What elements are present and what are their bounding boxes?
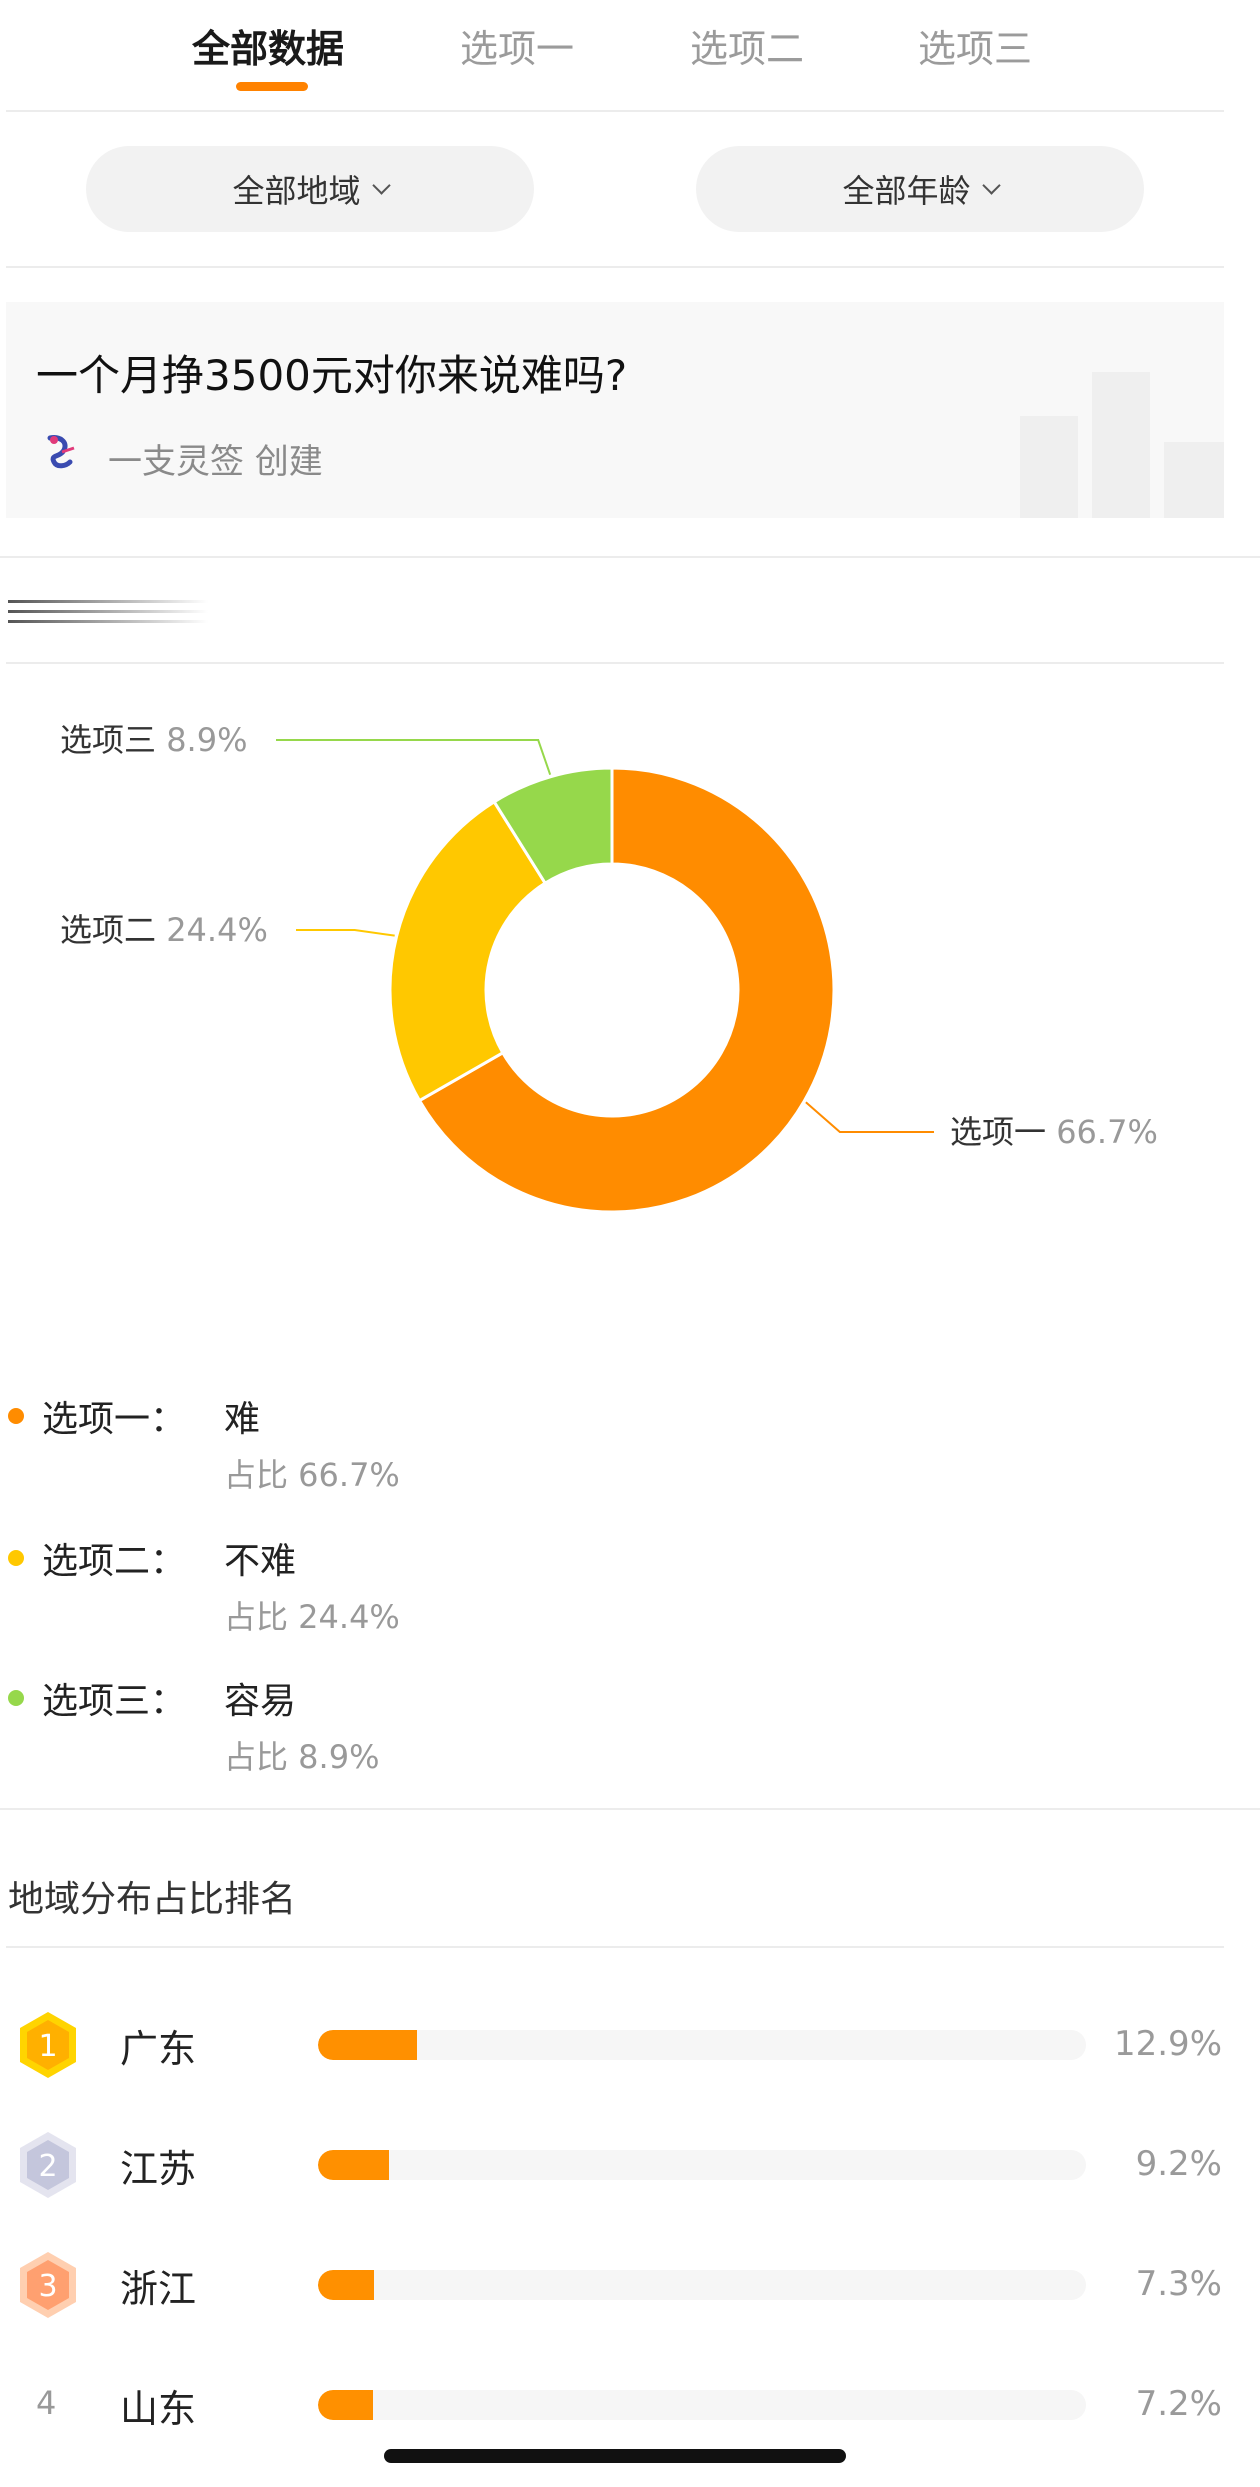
tab-all-data[interactable]: 全部数据 [192,18,344,73]
tab-option-3[interactable]: 选项三 [918,18,1032,73]
province-percentage: 7.2% [1135,2384,1222,2424]
province-percentage: 12.9% [1113,2024,1222,2064]
leader-line-2 [296,929,395,937]
slice-label-2: 选项二 24.4% [60,911,268,949]
legend-label-2: 选项二： [42,1541,187,1582]
legend-answer-2: 不难 [224,1541,297,1582]
progress-fill [318,2270,375,2300]
legend-dot-3 [8,1690,24,1706]
age-filter-label: 全部年龄 [842,172,971,210]
leader-line-3 [276,739,552,776]
region-filter-dropdown[interactable]: 全部地域 [86,146,534,232]
province-percentage: 7.3% [1135,2264,1222,2304]
question-title: 一个月挣3500元对你来说难吗? [36,351,628,400]
province-percentage: 9.2% [1135,2144,1222,2184]
rank-badge-silver-icon: 2 [16,2130,80,2200]
bar-decoration [1092,372,1150,518]
tab-option-1[interactable]: 选项一 [460,18,574,73]
chevron-down-icon [371,175,391,195]
progress-fill [318,2150,389,2180]
divider [0,1808,1260,1810]
progress-bar [318,2150,1086,2180]
divider [6,110,1224,112]
svg-text:1: 1 [38,2029,57,2064]
slice-label-3: 选项三 8.9% [60,721,247,759]
legend-share-2: 占比 24.4% [224,1598,400,1636]
divider [6,266,1224,268]
legend-share-3: 占比 8.9% [224,1738,380,1776]
legend-answer-1: 难 [224,1399,261,1440]
slice-label-1: 选项一 66.7% [950,1113,1158,1151]
progress-bar [318,2390,1086,2420]
ranking-title: 地域分布占比排名 [8,1879,297,1920]
progress-fill [318,2390,374,2420]
progress-bar [318,2270,1086,2300]
svg-text:3: 3 [38,2269,57,2304]
bar-decoration [1020,416,1078,518]
divider [0,556,1260,558]
rank-badge-bronze-icon: 3 [16,2250,80,2320]
leader-line-1 [805,1101,934,1133]
question-card: 一个月挣3500元对你来说难吗? 一支灵签 创建 [6,302,1224,518]
creator-label[interactable]: 一支灵签 创建 [108,434,323,483]
progress-fill [318,2030,418,2060]
rank-badge-gold-icon: 1 [16,2010,80,2080]
age-filter-dropdown[interactable]: 全部年龄 [696,146,1144,232]
legend-label-3: 选项三： [42,1681,187,1722]
region-filter-label: 全部地域 [232,172,361,210]
legend-dot-1 [8,1408,24,1424]
svg-text:2: 2 [38,2149,57,2184]
province-name: 浙江 [120,2267,197,2311]
province-name: 江苏 [120,2147,197,2191]
bar-decoration [1164,442,1224,518]
home-indicator[interactable] [384,2449,846,2463]
divider [6,1946,1224,1948]
chevron-down-icon [981,175,1001,195]
donut-chart: 选项一 66.7% 选项二 24.4% 选项三 8.9% [60,721,1158,1214]
divider [6,662,1224,664]
creator-avatar[interactable] [42,432,80,472]
province-name: 广东 [120,2027,197,2071]
legend-share-1: 占比 66.7% [224,1456,400,1494]
progress-bar [318,2030,1086,2060]
rank-number: 4 [36,2384,57,2422]
province-name: 山东 [120,2387,197,2431]
legend-answer-3: 容易 [224,1681,297,1722]
legend-dot-2 [8,1550,24,1566]
tab-option-2[interactable]: 选项二 [690,18,804,73]
active-tab-indicator [236,82,308,91]
legend-label-1: 选项一： [42,1399,187,1440]
